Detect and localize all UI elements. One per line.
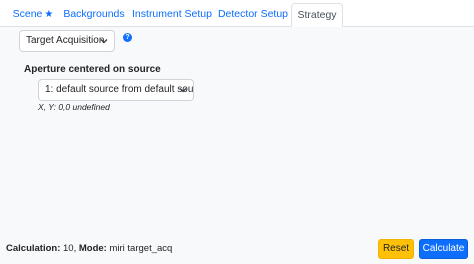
mode-value: miri target_acq [109, 243, 173, 254]
chevron-down-icon [100, 39, 108, 44]
tab-strategy-label: Strategy [297, 9, 337, 21]
calculate-button[interactable]: Calculate [419, 239, 468, 259]
question-icon[interactable]: ? [123, 33, 132, 42]
tab-detector-setup-label: Detector Setup [217, 8, 289, 20]
strategy-mode-select[interactable]: Target Acquisition [19, 30, 115, 52]
aperture-label: Aperture centered on source [24, 64, 161, 75]
source-select-value: 1: default source from default sou [45, 84, 194, 95]
source-coordinates: X, Y: 0,0 undefined [38, 102, 110, 112]
mode-label: Mode: [78, 243, 107, 254]
strategy-panel [0, 27, 474, 264]
tab-detector-setup[interactable]: Detector Setup [217, 3, 289, 27]
tab-scene-label: Scene [12, 8, 43, 20]
tab-instrument-setup[interactable]: Instrument Setup [131, 3, 213, 27]
tab-backgrounds[interactable]: Backgrounds [60, 3, 128, 27]
reset-button[interactable]: Reset [378, 239, 414, 259]
star-icon: ★ [44, 9, 54, 20]
tab-scene[interactable]: Scene ★ [9, 3, 57, 27]
calc-label: Calculation: [6, 243, 61, 254]
source-select[interactable]: 1: default source from default sou [38, 79, 194, 101]
calculation-status: Calculation: 10, Mode: miri target_acq [6, 243, 173, 254]
calc-value: 10 [63, 243, 74, 254]
tab-instrument-setup-label: Instrument Setup [132, 8, 212, 20]
tab-bar: Scene ★ Backgrounds Instrument Setup Dete… [0, 0, 474, 27]
strategy-mode-value: Target Acquisition [26, 35, 105, 46]
tab-strategy[interactable]: Strategy [291, 3, 343, 27]
chevron-down-icon [179, 88, 187, 93]
tab-backgrounds-label: Backgrounds [63, 8, 125, 20]
